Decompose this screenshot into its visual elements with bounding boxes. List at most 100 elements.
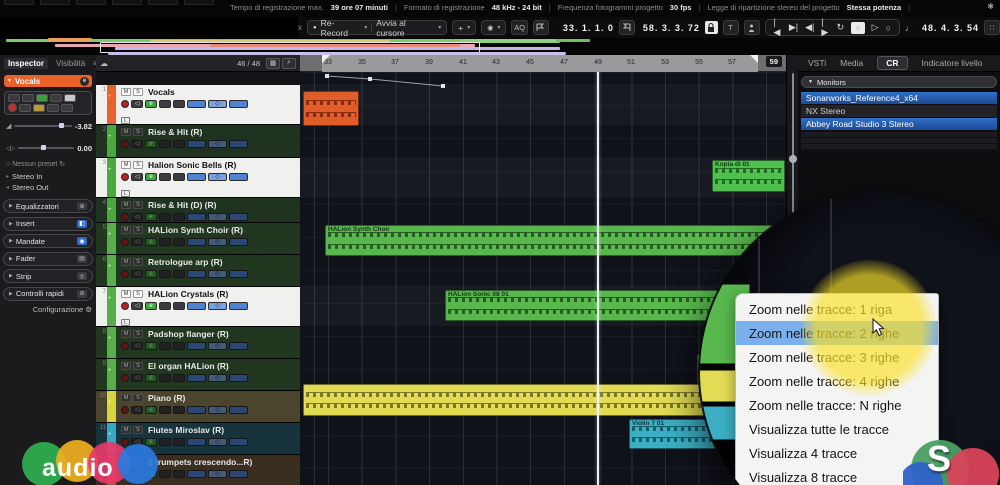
record-start-mode-select[interactable]: Avvia al cursore [376, 18, 434, 38]
monitor-icon[interactable]: ◁ [131, 373, 143, 382]
mute-button[interactable]: M [121, 258, 131, 266]
lane-icon[interactable] [173, 237, 185, 246]
inspector-track-title[interactable]: ▼ Vocals e [4, 75, 92, 87]
monitor-icon[interactable]: ◁ [131, 269, 143, 278]
settings-gear-icon[interactable]: ✱ [987, 2, 994, 11]
lane-button[interactable] [22, 94, 34, 102]
rewind-button[interactable]: ◀| [805, 22, 814, 33]
input-selector[interactable] [187, 301, 206, 310]
edit-channel-icon[interactable]: e [145, 341, 157, 350]
track-name[interactable]: Vocals [148, 87, 175, 97]
track-name[interactable]: Rise & Hit (R) [148, 127, 202, 137]
freeze-icon[interactable] [159, 405, 171, 414]
record-enable-icon[interactable] [121, 301, 129, 310]
track-name[interactable]: Piano (R) [148, 393, 185, 403]
edit-channel-icon[interactable]: e [145, 301, 157, 310]
lane-icon[interactable] [173, 373, 185, 382]
input-selector[interactable] [187, 172, 206, 181]
right-locator-display[interactable]: 58. 3. 3. 72 [640, 23, 700, 33]
exchange-format-button[interactable]: ∷ [984, 20, 1000, 35]
open-button[interactable] [64, 94, 76, 102]
channel-selector[interactable]: ◇ [208, 269, 227, 278]
channel-selector[interactable]: ◇ [208, 301, 227, 310]
edit-channel-icon[interactable]: e [145, 172, 157, 181]
mute-button[interactable]: M [121, 88, 131, 96]
freeze-icon[interactable] [159, 269, 171, 278]
lane-icon[interactable] [173, 437, 185, 446]
track-row[interactable]: 3 + M S Halion Sonic Bells (R) ◁ e ◇ L [96, 158, 300, 198]
track-row[interactable]: 1 + M S Vocals ◁ e ◇ L [96, 85, 300, 125]
monitor-button[interactable] [36, 94, 48, 102]
track-name[interactable]: El organ HALion (R) [148, 361, 229, 371]
input-selector[interactable] [187, 341, 206, 350]
monitor-icon[interactable]: ◁ [131, 341, 143, 350]
track-name[interactable]: HALion Crystals (R) [148, 289, 228, 299]
lane-icon[interactable] [173, 139, 185, 148]
input-routing[interactable]: ▸ Stereo In [6, 172, 42, 181]
punch-icon-button[interactable] [743, 20, 760, 35]
mute-button[interactable]: M [121, 362, 131, 370]
right-zone-tab[interactable]: Media [840, 58, 863, 68]
channel-selector[interactable]: ◇ [208, 99, 227, 108]
track-row[interactable]: 5 + M S HALion Synth Choir (R) ◁ e ◇ [96, 223, 300, 255]
output-selector[interactable] [229, 469, 248, 478]
solo-button[interactable]: S [133, 88, 143, 96]
volume-slider[interactable] [14, 123, 72, 128]
lane-icon[interactable] [173, 341, 185, 350]
track-name[interactable]: Retrologue arp (R) [148, 257, 223, 267]
forward-button[interactable]: |▶ [821, 17, 829, 38]
tab-visibility[interactable]: Visibilità [56, 59, 85, 68]
marker-icon-button[interactable]: T [722, 20, 739, 35]
solo-button[interactable]: S [133, 290, 143, 298]
lock-icon[interactable] [704, 21, 718, 34]
channel-selector[interactable]: ◇ [208, 437, 227, 446]
edit-channel-icon[interactable]: e [145, 405, 157, 414]
record-enable-icon[interactable] [121, 373, 129, 382]
record-enable-icon[interactable] [121, 99, 129, 108]
record-enable-icon[interactable] [121, 269, 129, 278]
input-selector[interactable] [187, 405, 206, 414]
record-enable-icon[interactable] [121, 405, 129, 414]
monitor-icon[interactable]: ◁ [131, 212, 143, 221]
output-selector[interactable] [229, 373, 248, 382]
freeze-button[interactable] [8, 94, 20, 102]
lane-icon[interactable] [173, 469, 185, 478]
edit-channel-icon[interactable]: e [145, 212, 157, 221]
record-enable-icon[interactable] [121, 139, 129, 148]
freeze-icon[interactable] [159, 301, 171, 310]
lane-icon[interactable] [173, 405, 185, 414]
track-name[interactable]: Flutes Miroslav (R) [148, 425, 224, 435]
cycle-end-marker[interactable] [750, 55, 758, 63]
freeze-icon[interactable] [159, 373, 171, 382]
input-selector[interactable] [187, 99, 206, 108]
record-mode-select[interactable]: Re-Record [321, 18, 361, 38]
monitor-icon[interactable]: ◁ [131, 405, 143, 414]
lane-toggle[interactable]: L [121, 117, 130, 124]
track-row[interactable]: 10 + M S Piano (R) ◁ e ◇ [96, 391, 300, 423]
cycle-start-marker[interactable] [322, 55, 330, 63]
edit-channel-icon[interactable]: e [80, 76, 89, 86]
channel-selector[interactable]: ◇ [208, 139, 227, 148]
channel-selector[interactable]: ◇ [208, 237, 227, 246]
channel-selector[interactable]: ◇ [208, 469, 227, 478]
monitor-item[interactable]: Abbey Road Studio 3 Stereo [801, 118, 997, 131]
record-button[interactable]: ○ [886, 23, 891, 33]
go-to-end-button[interactable]: ▶| [789, 22, 798, 33]
mute-button[interactable]: M [121, 290, 131, 298]
record-enable-icon[interactable] [121, 212, 129, 221]
inspector-section[interactable]: ▶ Equalizzatori ⊕ [3, 199, 93, 213]
right-zone-tab[interactable]: CR [877, 56, 908, 70]
scroll-knob[interactable] [789, 155, 797, 163]
lane-icon[interactable] [173, 172, 185, 181]
solo-button[interactable]: S [133, 128, 143, 136]
solo-button[interactable]: S [133, 394, 143, 402]
lane-icon[interactable] [173, 269, 185, 278]
mute-button[interactable]: M [121, 330, 131, 338]
right-zone-tab[interactable]: VSTi [808, 58, 826, 68]
go-to-start-button[interactable]: |◀ [774, 17, 782, 38]
bypass-button[interactable] [33, 103, 45, 112]
track-row[interactable]: 2 + M S Rise & Hit (R) ◁ e ◇ [96, 125, 300, 158]
right-zone-tab[interactable]: Indicatore livello [922, 58, 983, 68]
channel-selector[interactable]: ◇ [208, 212, 227, 221]
mute-button[interactable]: M [121, 161, 131, 169]
